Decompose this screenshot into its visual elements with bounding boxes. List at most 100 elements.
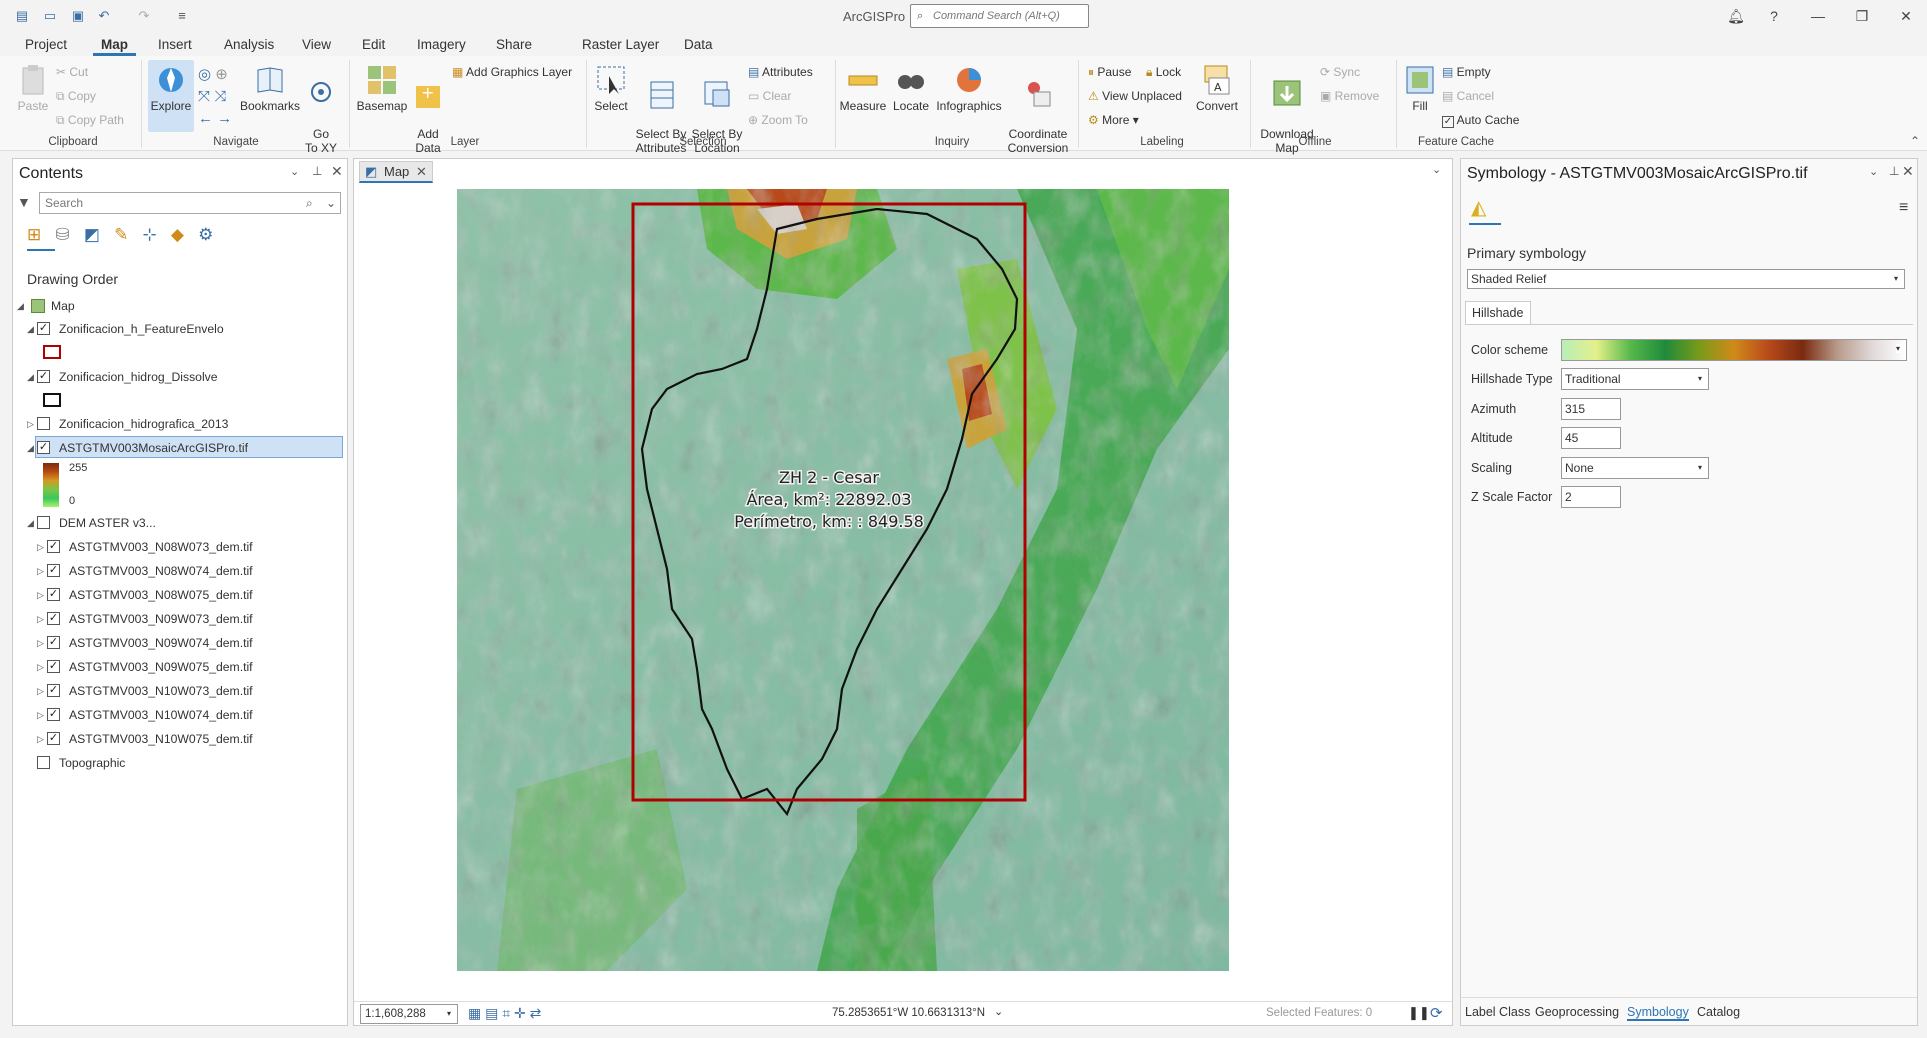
close-window-button[interactable]: ✕ (1896, 6, 1916, 26)
map-canvas[interactable]: ZH 2 - Cesar Área, km²: 22892.03 Perímet… (457, 189, 1229, 971)
tab-insert[interactable]: Insert (150, 34, 200, 56)
empty-cache-button[interactable]: ▤ Empty (1442, 62, 1491, 82)
layer-visibility-checkbox[interactable] (37, 516, 50, 529)
pin-icon[interactable]: ⊥ (312, 164, 322, 178)
close-pane-icon[interactable]: ✕ (331, 163, 343, 180)
expand-icon[interactable]: ▷ (37, 632, 44, 654)
auto-cache-checkbox[interactable]: ✓ Auto Cache (1442, 110, 1519, 130)
renderer-select[interactable]: Shaded Relief ▾ (1467, 269, 1905, 289)
tab-share[interactable]: Share (488, 34, 540, 56)
tab-data[interactable]: Data (676, 34, 721, 56)
view-unplaced-button[interactable]: ⚠ View Unplaced (1088, 86, 1182, 106)
expand-icon[interactable]: ▷ (37, 680, 44, 702)
pane-menu-icon[interactable]: ⌄ (1869, 165, 1878, 178)
layer-visibility-checkbox[interactable]: ✓ (47, 660, 60, 673)
new-project-icon[interactable]: ▤ (14, 8, 30, 24)
tab-view[interactable]: View (294, 34, 339, 56)
dissolve-symbol[interactable] (43, 393, 61, 407)
envelope-symbol[interactable] (43, 345, 61, 359)
color-scheme-select[interactable]: ▾ (1561, 339, 1907, 361)
list-by-snapping-icon[interactable]: ⊹ (143, 225, 157, 244)
list-by-editing-icon[interactable]: ✎ (114, 225, 128, 244)
save-icon[interactable]: ▣ (70, 8, 86, 24)
contents-search-input[interactable]: Search ⌕ ⌄ (39, 192, 341, 214)
redo-icon[interactable]: ↷ (136, 8, 152, 24)
undo-icon[interactable]: ↶ (96, 8, 112, 24)
go-to-xy-button[interactable]: Go To XY (302, 64, 340, 155)
open-project-icon[interactable]: ▭ (42, 8, 58, 24)
grid-icon[interactable]: ▤ (485, 1005, 498, 1021)
azimuth-input[interactable]: 315 (1561, 398, 1621, 420)
sync-button[interactable]: ⟳ Sync (1320, 62, 1360, 82)
layer-visibility-checkbox[interactable]: ✓ (47, 732, 60, 745)
tab-label-class[interactable]: Label Class (1465, 1005, 1530, 1019)
help-icon[interactable]: ? (1764, 6, 1784, 26)
list-by-drawing-order-icon[interactable]: ⊞ (27, 225, 41, 244)
expand-icon[interactable]: ▷ (37, 536, 44, 558)
expand-icon[interactable]: ▷ (37, 728, 44, 750)
measure-button[interactable]: Measure (838, 64, 888, 113)
layer-visibility-checkbox[interactable] (37, 756, 50, 769)
list-by-labeling-icon[interactable]: ◆ (171, 225, 184, 244)
pin-icon[interactable]: ⊥ (1889, 164, 1899, 178)
add-graphics-layer-button[interactable]: ▦ Add Graphics Layer (452, 62, 572, 82)
tab-symbology[interactable]: Symbology (1627, 1005, 1689, 1021)
layer-visibility-checkbox[interactable]: ✓ (47, 588, 60, 601)
attributes-button[interactable]: ▤ Attributes (748, 62, 813, 82)
layer-visibility-checkbox[interactable]: ✓ (37, 370, 50, 383)
basemap-button[interactable]: Basemap (354, 64, 410, 113)
layer-visibility-checkbox[interactable] (37, 417, 50, 430)
filter-icon[interactable]: ▼ (17, 194, 31, 210)
list-by-perspective-icon[interactable]: ⚙ (198, 225, 213, 244)
remove-offline-button[interactable]: ▣ Remove (1320, 86, 1379, 106)
clear-selection-button[interactable]: ▭ Clear (748, 86, 791, 106)
minimize-button[interactable]: — (1808, 6, 1828, 26)
fill-cache-button[interactable]: Fill (1402, 64, 1438, 113)
tab-analysis[interactable]: Analysis (216, 34, 282, 56)
expand-icon[interactable]: ▷ (37, 704, 44, 726)
snapping-icon[interactable]: ⌗ (502, 1005, 510, 1021)
primary-symbology-icon[interactable]: ◭ (1471, 195, 1486, 220)
paste-button[interactable]: Paste (14, 64, 52, 113)
fixed-zoom-icon[interactable]: ⊕ (215, 66, 228, 83)
hillshade-type-select[interactable]: Traditional ▾ (1561, 368, 1709, 390)
refresh-icon[interactable]: ⟳ (1430, 1004, 1443, 1022)
collapse-ribbon-icon[interactable]: ⌃ (1910, 134, 1920, 148)
tab-catalog[interactable]: Catalog (1697, 1005, 1740, 1019)
notifications-icon[interactable]: 🔔︎ (1726, 6, 1746, 26)
close-pane-icon[interactable]: ✕ (1902, 163, 1914, 180)
altitude-input[interactable]: 45 (1561, 427, 1621, 449)
explore-button[interactable]: Explore (148, 60, 194, 132)
options-menu-icon[interactable]: ≡ (1899, 199, 1908, 217)
tab-project[interactable]: Project (17, 34, 75, 56)
layer-visibility-checkbox[interactable]: ✓ (47, 708, 60, 721)
cut-button[interactable]: ✂ Cut (56, 62, 88, 82)
zoom-in-out-icon[interactable]: ⤨ (214, 88, 226, 105)
tab-imagery[interactable]: Imagery (409, 34, 474, 56)
coordinate-conversion-button[interactable]: Coordinate Conversion (1006, 64, 1070, 155)
layer-visibility-checkbox[interactable]: ✓ (37, 322, 50, 335)
bookmarks-button[interactable]: Bookmarks (240, 64, 300, 113)
cancel-cache-button[interactable]: ▤ Cancel (1442, 86, 1494, 106)
layer-visibility-checkbox[interactable]: ✓ (47, 540, 60, 553)
locate-button[interactable]: Locate (890, 64, 932, 113)
copy-path-button[interactable]: ⧉ Copy Path (56, 110, 124, 130)
expand-icon[interactable]: ▷ (37, 656, 44, 678)
forward-icon[interactable]: → (217, 110, 232, 127)
map-view-tab[interactable]: ◩ Map ✕ (359, 161, 433, 183)
expand-icon[interactable]: ▷ (37, 560, 44, 582)
tab-raster-layer[interactable]: Raster Layer (574, 34, 667, 56)
close-map-tab-icon[interactable]: ✕ (416, 162, 427, 182)
tab-geoprocessing[interactable]: Geoprocessing (1535, 1005, 1619, 1019)
command-search-input[interactable]: ⌕ Command Search (Alt+Q) (910, 4, 1089, 28)
copy-button[interactable]: ⧉ Copy (56, 86, 96, 106)
list-by-selection-icon[interactable]: ◩ (84, 225, 100, 244)
infographics-button[interactable]: Infographics (934, 64, 1004, 113)
scale-selector[interactable]: 1:1,608,288 ▾ (360, 1004, 458, 1024)
restore-button[interactable]: ❐ (1852, 6, 1872, 26)
tab-hillshade[interactable]: Hillshade (1465, 301, 1531, 325)
layer-visibility-checkbox[interactable]: ✓ (47, 684, 60, 697)
back-icon[interactable]: ← (198, 110, 213, 127)
tab-edit[interactable]: Edit (354, 34, 393, 56)
scaling-select[interactable]: None ▾ (1561, 457, 1709, 479)
